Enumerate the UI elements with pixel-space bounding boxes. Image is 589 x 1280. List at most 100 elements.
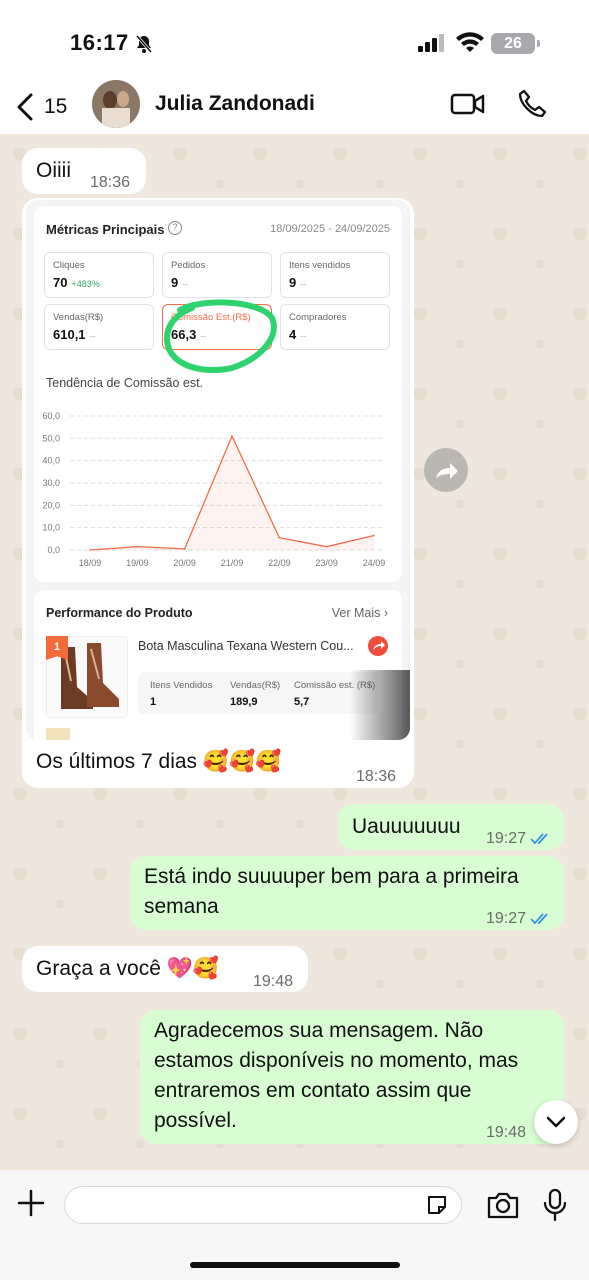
- data-point: [89, 549, 91, 551]
- tile-delta: --: [89, 331, 96, 341]
- metric-tile: Compradores 4 --: [280, 304, 390, 350]
- product-name: Bota Masculina Texana Western Cou...: [138, 639, 354, 653]
- message-text: Está indo suuuuper bem para a primeira s…: [144, 865, 519, 918]
- y-tick-label: 0,0: [47, 545, 60, 555]
- message-outgoing[interactable]: Uauuuuuuu 19:27: [338, 804, 564, 850]
- forward-button[interactable]: [424, 448, 468, 492]
- tile-label: Pedidos: [171, 260, 206, 271]
- data-point: [373, 534, 375, 537]
- message-text: Oiiii: [36, 159, 71, 182]
- avatar-photo: [92, 80, 140, 128]
- message-incoming[interactable]: Oiiii 18:36: [22, 148, 146, 194]
- x-tick-label: 24/09: [363, 558, 386, 568]
- status-bar: 16:17 26: [0, 0, 589, 80]
- metrics-title: Métricas Principais: [46, 222, 165, 237]
- metric-tile: Itens vendidos 9 --: [280, 252, 390, 298]
- message-time: 19:48: [486, 1124, 527, 1141]
- series-area: [90, 436, 374, 550]
- wifi-icon: [456, 32, 484, 52]
- message-text: Graça a você 💖🥰: [36, 957, 220, 980]
- metrics-date-range: 18/09/2025 - 24/09/2025: [270, 223, 390, 235]
- status-time: 16:17: [70, 30, 129, 55]
- x-tick-label: 21/09: [221, 558, 244, 568]
- phone-call-icon[interactable]: [516, 88, 548, 120]
- performance-title: Performance do Produto: [46, 606, 193, 620]
- y-tick-label: 50,0: [42, 433, 60, 443]
- x-tick-label: 23/09: [315, 558, 338, 568]
- message-time: 18:36: [356, 768, 397, 785]
- y-tick-label: 10,0: [42, 523, 60, 533]
- y-tick-label: 40,0: [42, 456, 60, 466]
- unread-count: 15: [44, 95, 68, 118]
- cellular-signal-icon: [418, 34, 444, 52]
- commission-trend-chart: 0,0 10,0 20,0 30,0 40,0 50,0 60,0 18/09 19/09 20/…: [42, 411, 386, 568]
- image-attachment[interactable]: Métricas Principais ? 18/09/2025 - 24/09…: [26, 200, 410, 740]
- message-input[interactable]: [64, 1186, 462, 1224]
- tile-delta: --: [300, 279, 307, 289]
- metric-tile: Cliques 70 +483%: [44, 252, 154, 298]
- battery-indicator: 26: [491, 33, 540, 54]
- stat-value: 189,9: [230, 696, 258, 708]
- second-product-row: [46, 728, 386, 740]
- message-meta: 19:27: [486, 824, 552, 854]
- stat-label: Vendas(R$): [230, 680, 281, 691]
- back-button[interactable]: 15: [14, 88, 84, 126]
- scroll-to-bottom-button[interactable]: [534, 1100, 578, 1144]
- x-tick-label: 19/09: [126, 558, 149, 568]
- data-point: [231, 435, 233, 437]
- plus-icon[interactable]: [16, 1188, 46, 1218]
- composer-bar: [0, 1170, 589, 1280]
- message-outgoing[interactable]: Está indo suuuuper bem para a primeira s…: [130, 856, 564, 930]
- y-tick-label: 60,0: [42, 411, 60, 421]
- chart-title: Tendência de Comissão est.: [46, 376, 204, 390]
- chat-header: 15 Julia Zandonadi: [0, 80, 589, 134]
- data-point: [278, 536, 281, 539]
- microphone-icon[interactable]: [542, 1188, 568, 1222]
- message-outgoing[interactable]: Agradecemos sua mensagem. Não estamos di…: [140, 1010, 564, 1144]
- tile-value: 9: [171, 275, 179, 290]
- message-time: 19:48: [253, 973, 294, 990]
- stat-value: 1: [150, 696, 157, 708]
- tile-value: 9: [289, 275, 297, 290]
- chevron-left-icon: [17, 93, 33, 121]
- see-more-label: Ver Mais: [331, 606, 381, 620]
- y-tick-label: 30,0: [42, 478, 60, 488]
- x-tick-label: 18/09: [79, 558, 102, 568]
- double-check-read-icon: [530, 913, 548, 925]
- message-time: 19:27: [486, 830, 527, 847]
- tile-label: Compradores: [289, 312, 347, 323]
- stat-value: 5,7: [294, 696, 310, 708]
- info-icon: ?: [168, 221, 182, 235]
- contact-name[interactable]: Julia Zandonadi: [155, 92, 315, 116]
- see-more-link[interactable]: Ver Mais ›: [332, 606, 388, 620]
- message-meta: 19:27: [486, 904, 552, 934]
- message-caption: Os últimos 7 dias 🥰🥰🥰: [36, 750, 282, 773]
- camera-icon[interactable]: [486, 1190, 520, 1220]
- y-tick-label: 20,0: [42, 500, 60, 510]
- tile-value: 70: [53, 275, 68, 290]
- data-point: [183, 548, 186, 550]
- x-tick-label: 22/09: [268, 558, 291, 568]
- chevron-down-icon: [546, 1116, 566, 1128]
- forward-icon: [436, 463, 458, 479]
- video-call-icon[interactable]: [450, 90, 486, 118]
- metric-tile: Pedidos 9 --: [162, 252, 272, 298]
- data-point: [325, 545, 328, 548]
- sticker-icon[interactable]: [425, 1193, 449, 1217]
- share-icon: [368, 636, 388, 656]
- avatar[interactable]: [92, 80, 140, 128]
- data-point: [136, 545, 139, 548]
- tile-label: Itens vendidos: [289, 260, 351, 271]
- tile-delta: +483%: [71, 279, 100, 289]
- home-indicator: [190, 1262, 400, 1268]
- tile-value: 4: [289, 327, 297, 342]
- tile-delta: --: [182, 279, 189, 289]
- stat-label: Itens Vendidos: [150, 680, 213, 691]
- message-text: Uauuuuuuu: [352, 815, 461, 838]
- tile-value: 610,1: [53, 327, 86, 342]
- tile-delta: --: [300, 331, 307, 341]
- metric-tile: Vendas(R$) 610,1 --: [44, 304, 154, 350]
- message-incoming[interactable]: Graça a você 💖🥰 19:48: [22, 946, 308, 992]
- message-time: 19:27: [486, 910, 527, 927]
- x-tick-label: 20/09: [173, 558, 196, 568]
